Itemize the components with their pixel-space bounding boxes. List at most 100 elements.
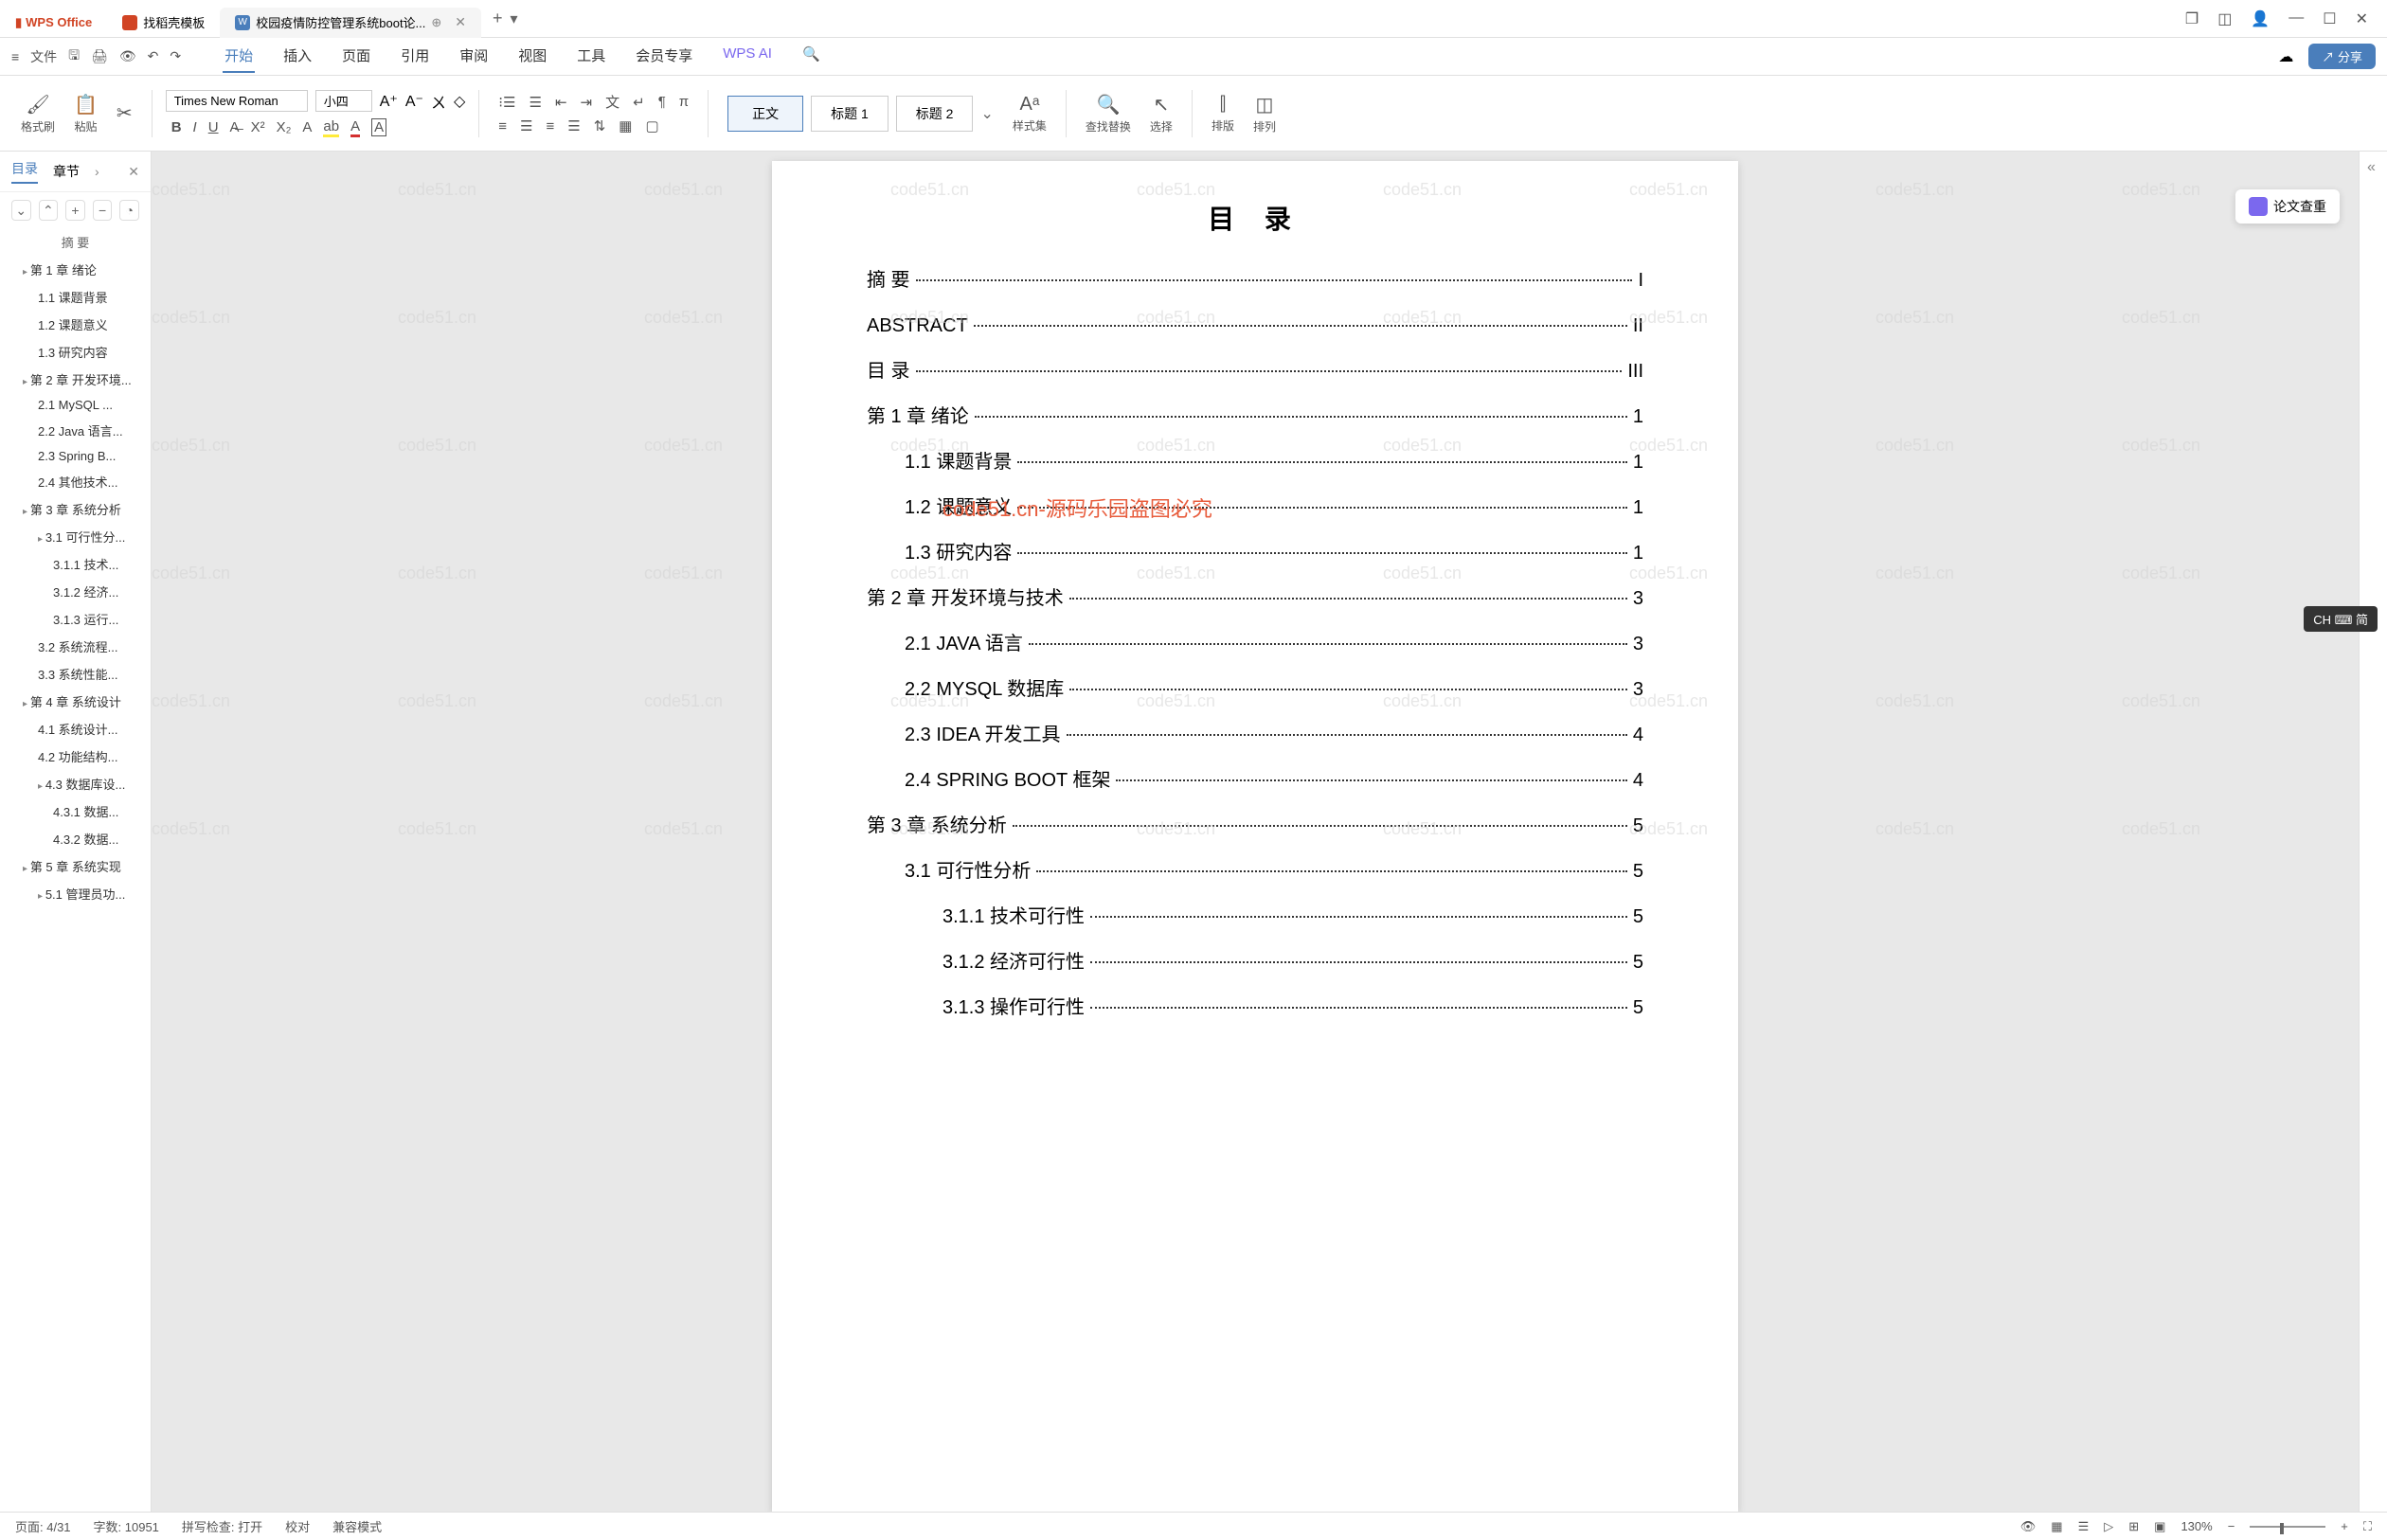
tab-page[interactable]: 页面 [340, 40, 372, 73]
sidebar-tab-toc[interactable]: 目录 [11, 159, 38, 184]
cloud-icon[interactable]: ☁ [2278, 47, 2293, 66]
toc-list[interactable]: 摘 要第 1 章 绪论1.1 课题背景1.2 课题意义1.3 研究内容第 2 章… [0, 228, 151, 1512]
tab-document[interactable]: W 校园疫情防控管理系统boot论... ⊕ ✕ [220, 8, 481, 38]
arrange-button[interactable]: ◫排列 [1247, 93, 1282, 134]
align-right-icon[interactable]: ≡ [546, 118, 554, 134]
toc-item[interactable]: 2.2 Java 语言... [0, 417, 151, 444]
text-direction-icon[interactable]: 文 [605, 92, 619, 112]
status-proof[interactable]: 校对 [285, 1517, 310, 1535]
toc-item[interactable]: 1.2 课题意义 [0, 311, 151, 338]
status-compat[interactable]: 兼容模式 [332, 1517, 382, 1535]
view-print-icon[interactable]: ▦ [2051, 1519, 2062, 1534]
toc-item[interactable]: 2.3 Spring B... [0, 444, 151, 468]
toc-item[interactable]: 1.1 课题背景 [0, 283, 151, 311]
char-border-icon[interactable]: A [371, 118, 386, 136]
numbering-icon[interactable]: ☰ [529, 94, 541, 111]
window-multi-icon[interactable]: ❐ [2185, 9, 2199, 28]
zoom-value[interactable]: 130% [2181, 1519, 2212, 1533]
search-icon[interactable]: 🔍 [800, 40, 822, 73]
close-window-icon[interactable]: ✕ [2356, 9, 2368, 28]
align-center-icon[interactable]: ☰ [520, 117, 532, 134]
zoom-in-icon[interactable]: + [2341, 1519, 2348, 1533]
view-focus-icon[interactable]: ▣ [2154, 1519, 2165, 1534]
font-grow-icon[interactable]: A⁺ [380, 92, 398, 111]
toc-item[interactable]: 第 1 章 绪论 [0, 256, 151, 283]
select-button[interactable]: ↖选择 [1144, 93, 1178, 134]
print-icon[interactable]: 🖨 [91, 48, 108, 64]
toc-item[interactable]: 3.1.2 经济... [0, 578, 151, 605]
toc-item[interactable]: 摘 要 [0, 228, 151, 256]
redo-icon[interactable]: ↷ [170, 48, 181, 64]
status-words[interactable]: 字数: 10951 [94, 1517, 159, 1535]
style-more-icon[interactable]: ⌄ [980, 104, 993, 123]
show-marks-icon[interactable]: π [679, 94, 689, 110]
pin-icon[interactable]: ⊕ [431, 15, 441, 30]
tab-start[interactable]: 开始 [223, 40, 255, 73]
tab-template[interactable]: 找稻壳模板 [107, 8, 220, 38]
filter-icon[interactable]: ◔ [119, 200, 139, 221]
paper-check-button[interactable]: 论文查重 [2235, 189, 2340, 224]
superscript-icon[interactable]: X² [251, 119, 265, 135]
phonetic-icon[interactable]: ㄨ [431, 90, 446, 113]
shading-icon[interactable]: ▦ [619, 117, 632, 134]
tab-reference[interactable]: 引用 [399, 40, 431, 73]
highlight-icon[interactable]: ab [323, 118, 339, 137]
italic-icon[interactable]: I [193, 119, 197, 135]
clear-format-icon[interactable]: ◇ [454, 92, 465, 111]
preview-icon[interactable]: 👁 [119, 48, 136, 64]
zoom-out-icon[interactable]: − [2228, 1519, 2235, 1533]
toc-item[interactable]: 4.3.1 数据... [0, 797, 151, 825]
subscript-icon[interactable]: X₂ [277, 119, 292, 135]
window-cube-icon[interactable]: ◫ [2217, 9, 2232, 28]
bold-icon[interactable]: B [171, 119, 182, 135]
tab-insert[interactable]: 插入 [281, 40, 314, 73]
view-web-icon[interactable]: ⊞ [2128, 1519, 2139, 1534]
sidebar-close-icon[interactable]: ✕ [128, 164, 139, 180]
strike-icon[interactable]: A̶ [230, 119, 240, 135]
toc-item[interactable]: 4.2 功能结构... [0, 743, 151, 770]
toc-item[interactable]: 第 3 章 系统分析 [0, 495, 151, 523]
font-color-icon[interactable]: A [350, 118, 360, 137]
menu-icon[interactable]: ≡ [11, 49, 19, 64]
tab-review[interactable]: 审阅 [458, 40, 490, 73]
toc-item[interactable]: 2.4 其他技术... [0, 468, 151, 495]
toc-item[interactable]: 第 2 章 开发环境... [0, 366, 151, 393]
toc-item[interactable]: 2.1 MySQL ... [0, 393, 151, 417]
status-spell[interactable]: 拼写检查: 打开 [182, 1517, 262, 1535]
indent-icon[interactable]: ⇥ [581, 94, 593, 111]
expand-icon[interactable]: ⌃ [39, 200, 59, 221]
close-icon[interactable]: ✕ [455, 14, 466, 30]
sort-button[interactable]: ⫿排版 [1206, 94, 1240, 134]
view-outline-icon[interactable]: ☰ [2078, 1519, 2090, 1534]
panel-collapse-icon[interactable]: « [2360, 152, 2387, 184]
borders-icon[interactable]: ▢ [645, 117, 658, 134]
tab-tools[interactable]: 工具 [575, 40, 607, 73]
font-shrink-icon[interactable]: A⁻ [405, 92, 423, 111]
align-justify-icon[interactable]: ☰ [567, 117, 580, 134]
font-size-select[interactable] [315, 90, 372, 112]
font-effect-icon[interactable]: A [302, 119, 312, 135]
collapse-icon[interactable]: ⌄ [11, 200, 31, 221]
underline-icon[interactable]: U [208, 119, 219, 135]
toc-item[interactable]: 4.1 系统设计... [0, 715, 151, 743]
new-tab-button[interactable]: + [493, 9, 503, 28]
toc-item[interactable]: 4.3 数据库设... [0, 770, 151, 797]
align-left-icon[interactable]: ≡ [498, 118, 507, 134]
styleset-button[interactable]: Aᵃ样式集 [1007, 94, 1052, 134]
toc-item[interactable]: 第 4 章 系统设计 [0, 688, 151, 715]
view-read-icon[interactable]: 👁 [2020, 1519, 2037, 1534]
toc-item[interactable]: 1.3 研究内容 [0, 338, 151, 366]
bullets-icon[interactable]: ⁝☰ [498, 94, 515, 111]
line-spacing-icon[interactable]: ⇅ [594, 117, 606, 134]
toc-item[interactable]: 3.2 系统流程... [0, 633, 151, 660]
zoom-slider[interactable] [2250, 1526, 2325, 1528]
sidebar-next-icon[interactable]: › [95, 164, 99, 179]
toc-item[interactable]: 3.1.1 技术... [0, 550, 151, 578]
app-tab[interactable]: ▮ WPS Office [0, 8, 107, 38]
toc-item[interactable]: 3.1 可行性分... [0, 523, 151, 550]
fullscreen-icon[interactable]: ⛶ [2363, 1519, 2372, 1534]
add-icon[interactable]: + [65, 200, 85, 221]
tab-menu-icon[interactable]: ▾ [511, 9, 518, 28]
status-page[interactable]: 页面: 4/31 [15, 1517, 71, 1535]
style-h2[interactable]: 标题 2 [896, 96, 974, 132]
